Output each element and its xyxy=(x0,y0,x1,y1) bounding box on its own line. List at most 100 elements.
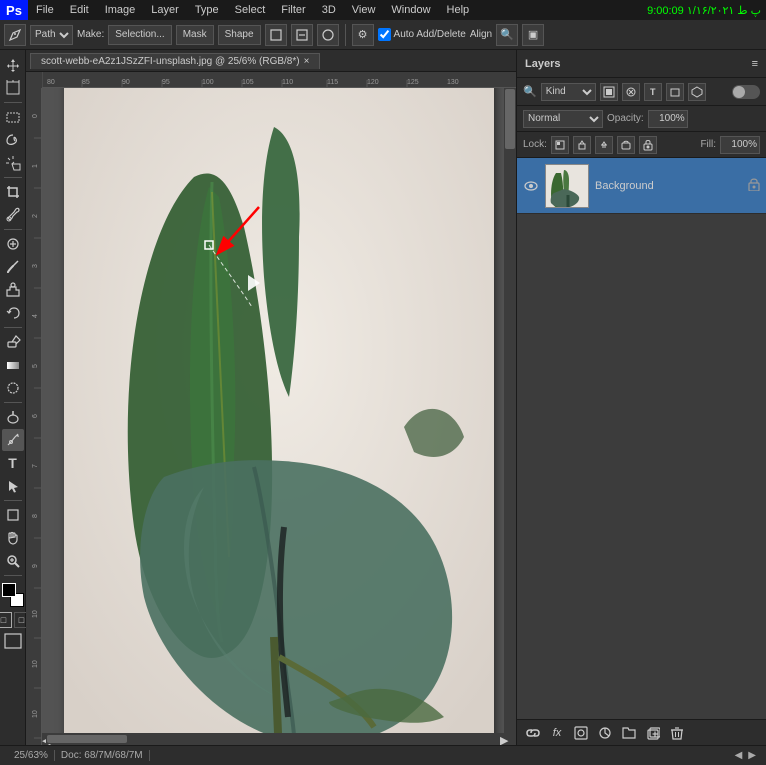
move-tool[interactable] xyxy=(2,54,24,76)
menu-3d[interactable]: 3D xyxy=(314,0,344,20)
layers-panel-menu-btn[interactable]: ≡ xyxy=(752,58,758,70)
zoom-tool[interactable] xyxy=(2,550,24,572)
auto-add-checkbox[interactable] xyxy=(378,28,391,41)
screen-mode-btn[interactable] xyxy=(4,633,22,649)
lock-pixels-btn[interactable] xyxy=(551,136,569,154)
layer-item-background[interactable]: Background xyxy=(517,158,766,214)
menu-layer[interactable]: Layer xyxy=(143,0,187,20)
link-layers-btn[interactable] xyxy=(523,723,543,743)
lock-position-btn[interactable] xyxy=(595,136,613,154)
history-brush-tool[interactable] xyxy=(2,302,24,324)
gear-icon[interactable]: ⚙ xyxy=(352,24,374,46)
main-area: T □ □ scott-we xyxy=(0,50,766,745)
auto-add-label: Auto Add/Delete xyxy=(394,29,466,40)
add-point-icon[interactable] xyxy=(265,24,287,46)
menu-filter[interactable]: Filter xyxy=(273,0,313,20)
nav-prev-btn[interactable]: ◀ xyxy=(733,750,745,761)
system-clock: 9:00:09 ۱/۱۶/۲۰۲۱ پ ط xyxy=(647,4,766,17)
menu-view[interactable]: View xyxy=(344,0,384,20)
eraser-tool[interactable] xyxy=(2,331,24,353)
crop-tool[interactable] xyxy=(2,181,24,203)
tool-sep-3 xyxy=(4,229,22,230)
fg-bg-color-swatch[interactable] xyxy=(0,581,26,609)
new-layer-btn[interactable] xyxy=(643,723,663,743)
menu-help[interactable]: Help xyxy=(439,0,478,20)
add-mask-btn[interactable] xyxy=(571,723,591,743)
fill-input[interactable] xyxy=(720,136,760,154)
shape-btn[interactable]: Shape xyxy=(218,25,261,45)
combine-icon[interactable] xyxy=(317,24,339,46)
normal-mode-btn[interactable]: □ xyxy=(0,612,12,628)
delete-layer-btn[interactable] xyxy=(667,723,687,743)
shape-filter-btn[interactable] xyxy=(666,83,684,101)
hand-tool[interactable] xyxy=(2,527,24,549)
gradient-tool[interactable] xyxy=(2,354,24,376)
filter-kind-select[interactable]: Kind xyxy=(541,83,596,101)
dodge-tool[interactable] xyxy=(2,406,24,428)
adjustment-filter-btn[interactable] xyxy=(622,83,640,101)
h-scrollbar[interactable]: ◀ ▶ xyxy=(42,733,504,745)
pen-tool[interactable] xyxy=(2,429,24,451)
shape-tool[interactable] xyxy=(2,504,24,526)
status-bar: 25/63% Doc: 68/7M/68/7M ◀ ▶ xyxy=(0,745,766,765)
path-label: Path xyxy=(30,25,73,45)
canvas-viewport[interactable] xyxy=(42,88,516,745)
fg-color-swatch[interactable] xyxy=(2,583,16,597)
tool-sep-5 xyxy=(4,402,22,403)
brush-tool[interactable] xyxy=(2,256,24,278)
path-select-tool[interactable] xyxy=(2,475,24,497)
align-label: Align xyxy=(470,29,492,40)
selection-btn[interactable]: Selection... xyxy=(108,25,171,45)
lock-artboards-btn[interactable] xyxy=(617,136,635,154)
lock-image-btn[interactable] xyxy=(573,136,591,154)
blur-tool[interactable] xyxy=(2,377,24,399)
lock-label: Lock: xyxy=(523,139,547,150)
layer-name: Background xyxy=(595,180,742,192)
type-filter-btn[interactable]: T xyxy=(644,83,662,101)
nav-next-btn[interactable]: ▶ xyxy=(746,750,758,761)
menu-image[interactable]: Image xyxy=(97,0,144,20)
auto-add-delete-check[interactable]: Auto Add/Delete xyxy=(378,28,466,41)
pixel-filter-btn[interactable] xyxy=(600,83,618,101)
document-tab[interactable]: scott-webb-eA2z1JSzZFI-unsplash.jpg @ 25… xyxy=(30,53,320,69)
svg-text:100: 100 xyxy=(202,79,214,86)
marquee-rect-tool[interactable] xyxy=(2,106,24,128)
tab-close-btn[interactable]: × xyxy=(304,56,310,67)
smartobj-filter-btn[interactable] xyxy=(688,83,706,101)
panel-toggle-icon[interactable]: ▣ xyxy=(522,24,544,46)
menu-file[interactable]: File xyxy=(28,0,62,20)
add-adjustment-btn[interactable] xyxy=(595,723,615,743)
type-tool[interactable]: T xyxy=(2,452,24,474)
svg-text:7: 7 xyxy=(32,464,39,468)
opacity-input[interactable] xyxy=(648,110,688,128)
spot-heal-tool[interactable] xyxy=(2,233,24,255)
clone-stamp-tool[interactable] xyxy=(2,279,24,301)
v-scrollbar[interactable] xyxy=(504,88,516,745)
lasso-tool[interactable] xyxy=(2,129,24,151)
layer-visibility-toggle[interactable] xyxy=(523,178,539,194)
h-scroll-thumb[interactable] xyxy=(47,735,127,743)
filter-toggle[interactable] xyxy=(732,85,760,99)
v-scroll-thumb[interactable] xyxy=(505,89,515,149)
search-icon[interactable]: 🔍 xyxy=(496,24,518,46)
magic-wand-tool[interactable] xyxy=(2,152,24,174)
fx-btn[interactable]: fx xyxy=(547,723,567,743)
make-label: Make: xyxy=(77,29,104,40)
plant-image xyxy=(64,88,494,745)
path-select[interactable]: Path xyxy=(30,25,73,45)
menu-edit[interactable]: Edit xyxy=(62,0,97,20)
lock-all-btn[interactable] xyxy=(639,136,657,154)
menu-select[interactable]: Select xyxy=(227,0,274,20)
menu-window[interactable]: Window xyxy=(383,0,438,20)
h-scroll-right[interactable]: ▶ xyxy=(500,734,504,744)
menu-type[interactable]: Type xyxy=(187,0,227,20)
add-group-btn[interactable] xyxy=(619,723,639,743)
menu-bar: Ps File Edit Image Layer Type Select Fil… xyxy=(0,0,766,20)
filter-toggle-switch[interactable] xyxy=(732,85,760,99)
artboard-tool[interactable] xyxy=(2,77,24,99)
subtract-point-icon[interactable] xyxy=(291,24,313,46)
mask-btn[interactable]: Mask xyxy=(176,25,214,45)
blend-mode-select[interactable]: Normal xyxy=(523,110,603,128)
eyedropper-tool[interactable] xyxy=(2,204,24,226)
tab-bar: scott-webb-eA2z1JSzZFI-unsplash.jpg @ 25… xyxy=(26,50,516,72)
